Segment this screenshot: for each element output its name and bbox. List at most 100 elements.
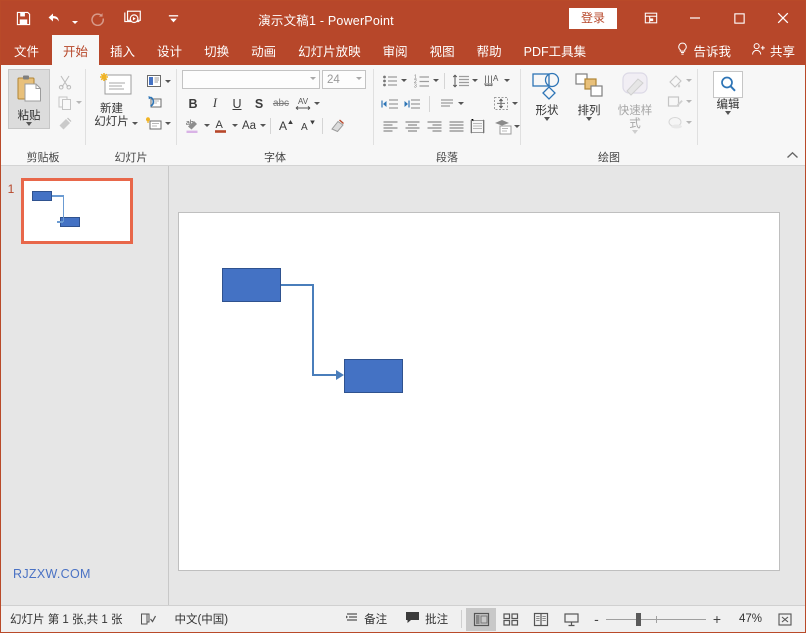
- layout-dropdown-caret-icon[interactable]: [165, 80, 171, 83]
- decrease-indent-button[interactable]: [379, 93, 401, 114]
- arrange-dropdown-caret-icon[interactable]: [586, 117, 592, 121]
- bullets-button[interactable]: [379, 70, 401, 91]
- tab-pdf-tools[interactable]: PDF工具集: [513, 35, 598, 65]
- editing-dropdown-caret-icon[interactable]: [725, 111, 731, 115]
- format-painter-icon[interactable]: [54, 113, 76, 134]
- spellcheck-icon[interactable]: [131, 606, 165, 633]
- copy-dropdown-caret-icon[interactable]: [76, 101, 82, 104]
- shape-outline-dropdown-caret-icon[interactable]: [686, 100, 692, 103]
- bold-button[interactable]: B: [182, 93, 204, 114]
- change-case-button[interactable]: Aa: [238, 115, 260, 136]
- new-slide-dropdown-caret-icon[interactable]: [132, 122, 138, 125]
- convert-to-smartart-button[interactable]: [492, 116, 514, 137]
- collapse-ribbon-button[interactable]: [786, 151, 799, 163]
- font-name-dropdown-caret-icon[interactable]: [310, 77, 316, 80]
- undo-dropdown-caret-icon[interactable]: [69, 5, 81, 31]
- paste-button[interactable]: 粘贴: [8, 69, 50, 129]
- tab-design[interactable]: 设计: [146, 35, 193, 65]
- shapes-dropdown-caret-icon[interactable]: [544, 117, 550, 121]
- reset-icon[interactable]: [143, 92, 165, 113]
- save-icon[interactable]: [9, 5, 37, 31]
- zoom-slider[interactable]: [606, 619, 706, 620]
- numbering-button[interactable]: 123: [411, 70, 433, 91]
- increase-indent-button[interactable]: [401, 93, 423, 114]
- font-name-input[interactable]: [182, 70, 320, 89]
- close-icon[interactable]: [761, 1, 805, 35]
- layout-icon[interactable]: [143, 71, 165, 92]
- comments-button[interactable]: 批注: [396, 606, 457, 633]
- justify-button[interactable]: [445, 116, 467, 137]
- notes-button[interactable]: 备注: [336, 606, 396, 633]
- tab-home[interactable]: 开始: [52, 35, 99, 65]
- start-from-beginning-icon[interactable]: [119, 5, 147, 31]
- line-spacing-dropdown-caret-icon[interactable]: [472, 79, 478, 82]
- tab-transitions[interactable]: 切换: [193, 35, 240, 65]
- character-spacing-dropdown-caret-icon[interactable]: [314, 102, 320, 105]
- slide-thumbnail-1[interactable]: [21, 178, 133, 244]
- minimize-icon[interactable]: [673, 1, 717, 35]
- shape-effects-button[interactable]: [664, 112, 686, 133]
- numbering-dropdown-caret-icon[interactable]: [433, 79, 439, 82]
- share-button[interactable]: 共享: [741, 35, 805, 65]
- shape-effects-dropdown-caret-icon[interactable]: [686, 121, 692, 124]
- align-right-button[interactable]: [423, 116, 445, 137]
- normal-view-button[interactable]: [466, 608, 496, 631]
- copy-icon[interactable]: [54, 92, 76, 113]
- align-text-dropdown-caret-icon[interactable]: [512, 102, 518, 105]
- align-center-button[interactable]: [401, 116, 423, 137]
- sign-in-button[interactable]: 登录: [569, 8, 617, 29]
- rectangle-2[interactable]: [344, 359, 403, 393]
- slide-canvas[interactable]: [178, 212, 780, 571]
- line-spacing-button[interactable]: [450, 70, 472, 91]
- align-text-button[interactable]: [490, 93, 512, 114]
- zoom-percent-label[interactable]: 47%: [728, 613, 762, 625]
- zoom-in-button[interactable]: +: [713, 614, 721, 624]
- strikethrough-button[interactable]: abc: [270, 93, 292, 114]
- bullets-dropdown-caret-icon[interactable]: [401, 79, 407, 82]
- tab-insert[interactable]: 插入: [99, 35, 146, 65]
- tab-slideshow[interactable]: 幻灯片放映: [287, 35, 372, 65]
- text-direction-dropdown-caret-icon[interactable]: [504, 79, 510, 82]
- character-spacing-button[interactable]: AV: [292, 93, 314, 114]
- tab-animations[interactable]: 动画: [240, 35, 287, 65]
- tell-me-button[interactable]: 告诉我: [666, 35, 741, 65]
- rectangle-1[interactable]: [222, 268, 281, 302]
- zoom-slider-thumb[interactable]: [636, 613, 641, 626]
- underline-button[interactable]: U: [226, 93, 248, 114]
- slide-thumbnail-panel[interactable]: 1 RJZXW.COM: [1, 166, 169, 605]
- font-size-dropdown-caret-icon[interactable]: [356, 77, 362, 80]
- slide-show-button[interactable]: [556, 608, 586, 631]
- maximize-icon[interactable]: [717, 1, 761, 35]
- fit-to-window-icon[interactable]: [770, 608, 800, 631]
- italic-button[interactable]: I: [204, 93, 226, 114]
- editing-button[interactable]: 编辑: [706, 69, 750, 117]
- paste-dropdown-caret-icon[interactable]: [26, 122, 32, 126]
- arrange-button[interactable]: 排列: [568, 69, 610, 123]
- clear-formatting-button[interactable]: [326, 115, 348, 136]
- text-highlight-color-button[interactable]: ab: [182, 115, 204, 136]
- undo-icon[interactable]: [39, 5, 67, 31]
- change-case-dropdown-caret-icon[interactable]: [260, 124, 266, 127]
- add-remove-columns-button[interactable]: [436, 93, 458, 114]
- font-size-input[interactable]: 24: [322, 70, 366, 89]
- tab-file[interactable]: 文件: [1, 35, 52, 65]
- font-color-button[interactable]: A: [210, 115, 232, 136]
- zoom-out-button[interactable]: -: [594, 614, 599, 624]
- slide-sorter-view-button[interactable]: [496, 608, 526, 631]
- tab-view[interactable]: 视图: [419, 35, 466, 65]
- section-icon[interactable]: [143, 113, 165, 134]
- decrease-font-size-button[interactable]: A: [297, 115, 319, 136]
- thumbnail-scrollbar[interactable]: [160, 166, 168, 605]
- shape-fill-dropdown-caret-icon[interactable]: [686, 79, 692, 82]
- shape-fill-button[interactable]: [664, 70, 686, 91]
- tab-help[interactable]: 帮助: [466, 35, 513, 65]
- shape-outline-button[interactable]: [664, 91, 686, 112]
- cut-icon[interactable]: [54, 71, 76, 92]
- columns-button[interactable]: [467, 116, 489, 137]
- text-direction-button[interactable]: A: [482, 70, 504, 91]
- align-left-button[interactable]: [379, 116, 401, 137]
- columns-dropdown-caret-icon[interactable]: [458, 102, 464, 105]
- section-dropdown-caret-icon[interactable]: [165, 122, 171, 125]
- increase-font-size-button[interactable]: A: [275, 115, 297, 136]
- language-indicator[interactable]: 中文(中国): [165, 606, 237, 633]
